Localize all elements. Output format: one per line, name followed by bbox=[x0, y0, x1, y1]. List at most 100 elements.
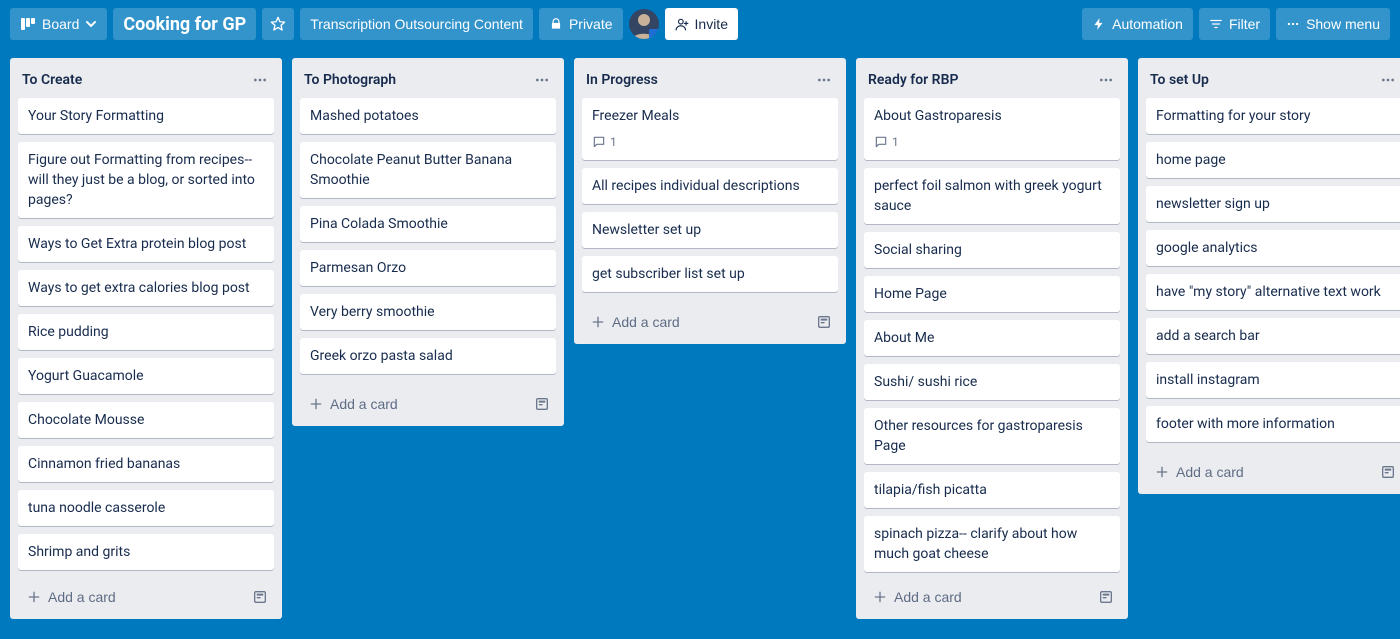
card[interactable]: tilapia/fish picatta bbox=[864, 472, 1120, 508]
list-title[interactable]: To set Up bbox=[1150, 72, 1209, 88]
card[interactable]: Other resources for gastroparesis Page bbox=[864, 408, 1120, 464]
add-card-button[interactable]: Add a card bbox=[866, 585, 968, 609]
card-template-button[interactable] bbox=[812, 310, 836, 334]
invite-button[interactable]: Invite bbox=[665, 8, 738, 40]
lock-icon bbox=[549, 17, 563, 31]
card[interactable]: perfect foil salmon with greek yogurt sa… bbox=[864, 168, 1120, 224]
card-title: Rice pudding bbox=[28, 324, 109, 340]
card[interactable]: Ways to get extra calories blog post bbox=[18, 270, 274, 306]
plus-icon bbox=[1154, 464, 1170, 480]
card[interactable]: Very berry smoothie bbox=[300, 294, 556, 330]
card[interactable]: Sushi/ sushi rice bbox=[864, 364, 1120, 400]
list-cards: Freezer Meals1 All recipes individual des… bbox=[574, 98, 846, 302]
filter-button[interactable]: Filter bbox=[1199, 8, 1270, 40]
card-title: perfect foil salmon with greek yogurt sa… bbox=[874, 178, 1102, 214]
card[interactable]: Home Page bbox=[864, 276, 1120, 312]
privacy-button[interactable]: Private bbox=[539, 8, 623, 40]
list-menu-button[interactable] bbox=[1376, 68, 1400, 92]
list-title[interactable]: Ready for RBP bbox=[868, 72, 958, 88]
add-card-label: Add a card bbox=[48, 589, 116, 605]
list-cards: Your Story Formatting Figure out Formatti… bbox=[10, 98, 282, 577]
card[interactable]: All recipes individual descriptions bbox=[582, 168, 838, 204]
card[interactable]: About Me bbox=[864, 320, 1120, 356]
card[interactable]: Rice pudding bbox=[18, 314, 274, 350]
add-card-button[interactable]: Add a card bbox=[20, 585, 122, 609]
plus-icon bbox=[872, 589, 888, 605]
user-plus-icon bbox=[675, 17, 689, 31]
card[interactable]: Greek orzo pasta salad bbox=[300, 338, 556, 374]
add-card-label: Add a card bbox=[894, 589, 962, 605]
card[interactable]: About Gastroparesis1 bbox=[864, 98, 1120, 160]
list-menu-button[interactable] bbox=[530, 68, 554, 92]
card-title: Social sharing bbox=[874, 242, 962, 258]
list-cards: Mashed potatoes Chocolate Peanut Butter B… bbox=[292, 98, 564, 384]
card[interactable]: tuna noodle casserole bbox=[18, 490, 274, 526]
add-card-button[interactable]: Add a card bbox=[302, 392, 404, 416]
card[interactable]: newsletter sign up bbox=[1146, 186, 1400, 222]
star-button[interactable] bbox=[262, 8, 294, 40]
card[interactable]: footer with more information bbox=[1146, 406, 1400, 442]
card[interactable]: install instagram bbox=[1146, 362, 1400, 398]
card-title: Very berry smoothie bbox=[310, 304, 435, 320]
card[interactable]: Mashed potatoes bbox=[300, 98, 556, 134]
view-switcher-button[interactable]: Board bbox=[10, 8, 107, 40]
list-title[interactable]: In Progress bbox=[586, 72, 658, 88]
filter-icon bbox=[1209, 17, 1223, 31]
list-title[interactable]: To Create bbox=[22, 72, 82, 88]
list-menu-button[interactable] bbox=[1094, 68, 1118, 92]
ellipsis-icon bbox=[534, 72, 550, 88]
add-card-button[interactable]: Add a card bbox=[584, 310, 686, 334]
card-template-button[interactable] bbox=[248, 585, 272, 609]
list-header: To Create bbox=[10, 58, 282, 98]
card[interactable]: Shrimp and grits bbox=[18, 534, 274, 570]
plus-icon bbox=[308, 396, 324, 412]
card[interactable]: Formatting for your story bbox=[1146, 98, 1400, 134]
card-title: Figure out Formatting from recipes-- wil… bbox=[28, 152, 255, 208]
card[interactable]: Chocolate Peanut Butter Banana Smoothie bbox=[300, 142, 556, 198]
card-title: Yogurt Guacamole bbox=[28, 368, 144, 384]
card-template-button[interactable] bbox=[530, 392, 554, 416]
card[interactable]: Ways to Get Extra protein blog post bbox=[18, 226, 274, 262]
card[interactable]: Parmesan Orzo bbox=[300, 250, 556, 286]
card[interactable]: Your Story Formatting bbox=[18, 98, 274, 134]
template-icon bbox=[534, 396, 550, 412]
add-card-button[interactable]: Add a card bbox=[1148, 460, 1250, 484]
board-header: Board Cooking for GP Transcription Outso… bbox=[0, 0, 1400, 48]
card-template-button[interactable] bbox=[1376, 460, 1400, 484]
card[interactable]: Cinnamon fried bananas bbox=[18, 446, 274, 482]
workspace-button[interactable]: Transcription Outsourcing Content bbox=[300, 8, 533, 40]
avatar[interactable] bbox=[629, 9, 659, 39]
add-card-label: Add a card bbox=[612, 314, 680, 330]
card[interactable]: Pina Colada Smoothie bbox=[300, 206, 556, 242]
card[interactable]: Social sharing bbox=[864, 232, 1120, 268]
card-title: tuna noodle casserole bbox=[28, 500, 165, 516]
card[interactable]: Freezer Meals1 bbox=[582, 98, 838, 160]
card-template-button[interactable] bbox=[1094, 585, 1118, 609]
card[interactable]: Figure out Formatting from recipes-- wil… bbox=[18, 142, 274, 218]
list-title[interactable]: To Photograph bbox=[304, 72, 396, 88]
automation-button[interactable]: Automation bbox=[1082, 8, 1193, 40]
card[interactable]: Chocolate Mousse bbox=[18, 402, 274, 438]
card[interactable]: add a search bar bbox=[1146, 318, 1400, 354]
ellipsis-icon bbox=[1098, 72, 1114, 88]
board-title[interactable]: Cooking for GP bbox=[113, 8, 256, 40]
show-menu-button[interactable]: Show menu bbox=[1276, 8, 1390, 40]
card-title: Shrimp and grits bbox=[28, 544, 130, 560]
card[interactable]: spinach pizza-- clarify about how much g… bbox=[864, 516, 1120, 572]
card-title: Chocolate Peanut Butter Banana Smoothie bbox=[310, 152, 512, 188]
card[interactable]: Yogurt Guacamole bbox=[18, 358, 274, 394]
board-canvas[interactable]: To Create Your Story Formatting Figure out… bbox=[0, 48, 1400, 639]
card[interactable]: Newsletter set up bbox=[582, 212, 838, 248]
card[interactable]: home page bbox=[1146, 142, 1400, 178]
card-title: Freezer Meals bbox=[592, 108, 679, 124]
list: To Create Your Story Formatting Figure out… bbox=[10, 58, 282, 619]
list: To Photograph Mashed potatoes Chocolate Pe… bbox=[292, 58, 564, 426]
card-title: spinach pizza-- clarify about how much g… bbox=[874, 526, 1077, 562]
star-icon bbox=[270, 16, 286, 32]
card[interactable]: have "my story" alternative text work bbox=[1146, 274, 1400, 310]
comment-icon bbox=[592, 135, 606, 149]
card[interactable]: google analytics bbox=[1146, 230, 1400, 266]
list-menu-button[interactable] bbox=[812, 68, 836, 92]
card[interactable]: get subscriber list set up bbox=[582, 256, 838, 292]
list-menu-button[interactable] bbox=[248, 68, 272, 92]
